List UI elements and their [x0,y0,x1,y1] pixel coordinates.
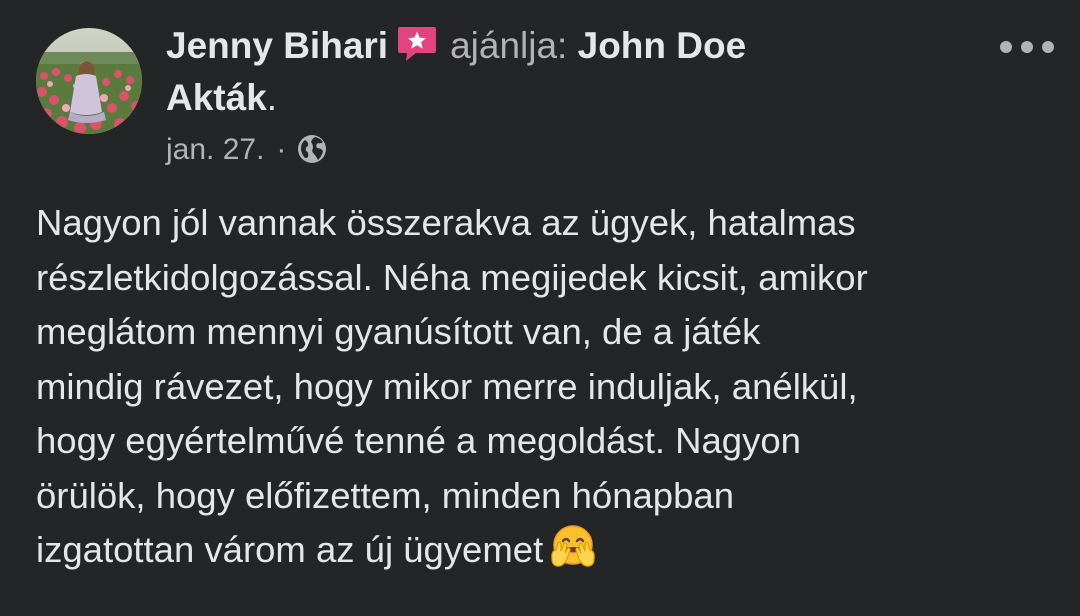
page-name-continued[interactable]: Akták [166,77,267,118]
more-dot [1021,41,1033,53]
more-dot [1000,41,1012,53]
post-meta: jan. 27. · [166,130,328,170]
body-line: mindig rávezet, hogy mikor merre indulja… [36,365,858,407]
recommend-star-icon [396,24,438,64]
globe-icon[interactable] [296,133,328,165]
recommends-verb: ajánlja: [450,25,568,66]
page-name[interactable]: John Doe [578,25,747,66]
post-header: Jenny Bihari ajánlja: John Doe Akták. [166,20,966,124]
meta-separator: · [276,133,287,166]
body-line: örülök, hogy előfizettem, minden hónapba… [36,474,735,516]
body-line: hogy egyértelművé tenné a megoldást. Nag… [36,420,801,461]
post-card: Jenny Bihari ajánlja: John Doe Akták. jan… [0,0,1080,616]
body-line-text: izgatottan várom az új ügyemet [36,529,544,570]
post-body: Nagyon jól vannak összerakva az ügyek, h… [36,196,1056,578]
hugging-face-emoji-icon [549,523,597,571]
header-line-1: Jenny Bihari ajánlja: John Doe [166,20,966,72]
header-line-2: Akták. [166,72,966,124]
more-options-button[interactable] [996,30,1058,64]
header-period: . [266,77,278,118]
body-line: részletkidolgozással. Néha megijedek kic… [36,256,868,298]
body-line: meglátom mennyi gyanúsított van, de a já… [36,311,761,352]
author-name[interactable]: Jenny Bihari [166,25,388,66]
post-date[interactable]: jan. 27. [166,133,264,166]
body-line: Nagyon jól vannak összerakva az ügyek, h… [36,202,856,243]
body-line-last: izgatottan várom az új ügyemet [36,523,1056,578]
avatar[interactable] [36,28,142,134]
more-dot [1042,41,1054,53]
